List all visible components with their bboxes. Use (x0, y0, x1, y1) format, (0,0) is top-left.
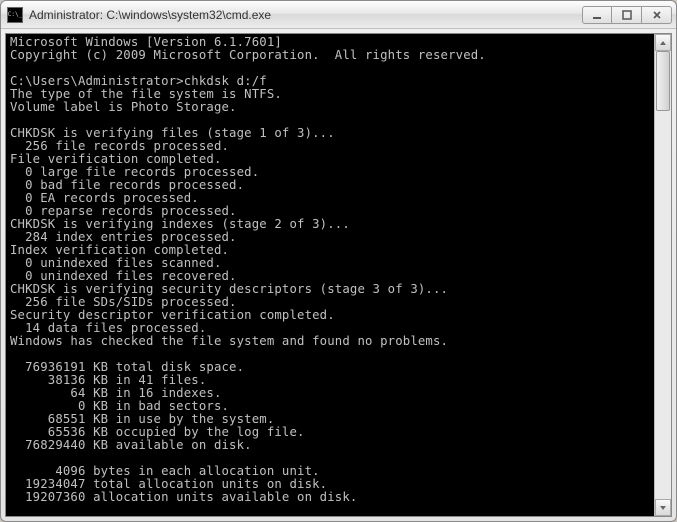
chevron-down-icon (659, 504, 667, 512)
close-icon (652, 10, 662, 20)
close-button[interactable] (642, 6, 672, 24)
console-output[interactable]: Microsoft Windows [Version 6.1.7601]Copy… (6, 34, 654, 516)
console-line: Copyright (c) 2009 Microsoft Corporation… (10, 49, 652, 62)
console-line: 76829440 KB available on disk. (10, 439, 652, 452)
scroll-down-button[interactable] (655, 499, 671, 516)
cmd-icon (7, 7, 23, 23)
vertical-scrollbar[interactable] (654, 34, 671, 516)
console-line: 19207360 allocation units available on d… (10, 491, 652, 504)
client-area: Microsoft Windows [Version 6.1.7601]Copy… (5, 33, 672, 517)
scroll-up-button[interactable] (655, 34, 671, 51)
minimize-icon (592, 10, 602, 20)
cmd-window: Administrator: C:\windows\system32\cmd.e… (0, 0, 677, 522)
console-line (10, 504, 652, 516)
console-line: Volume label is Photo Storage. (10, 101, 652, 114)
maximize-icon (622, 10, 632, 20)
window-title: Administrator: C:\windows\system32\cmd.e… (29, 8, 576, 22)
window-controls (582, 6, 672, 24)
minimize-button[interactable] (582, 6, 612, 24)
titlebar[interactable]: Administrator: C:\windows\system32\cmd.e… (1, 1, 676, 29)
maximize-button[interactable] (612, 6, 642, 24)
scroll-thumb[interactable] (656, 51, 670, 111)
scroll-track[interactable] (655, 51, 671, 499)
console-line: Windows has checked the file system and … (10, 335, 652, 348)
chevron-up-icon (659, 39, 667, 47)
